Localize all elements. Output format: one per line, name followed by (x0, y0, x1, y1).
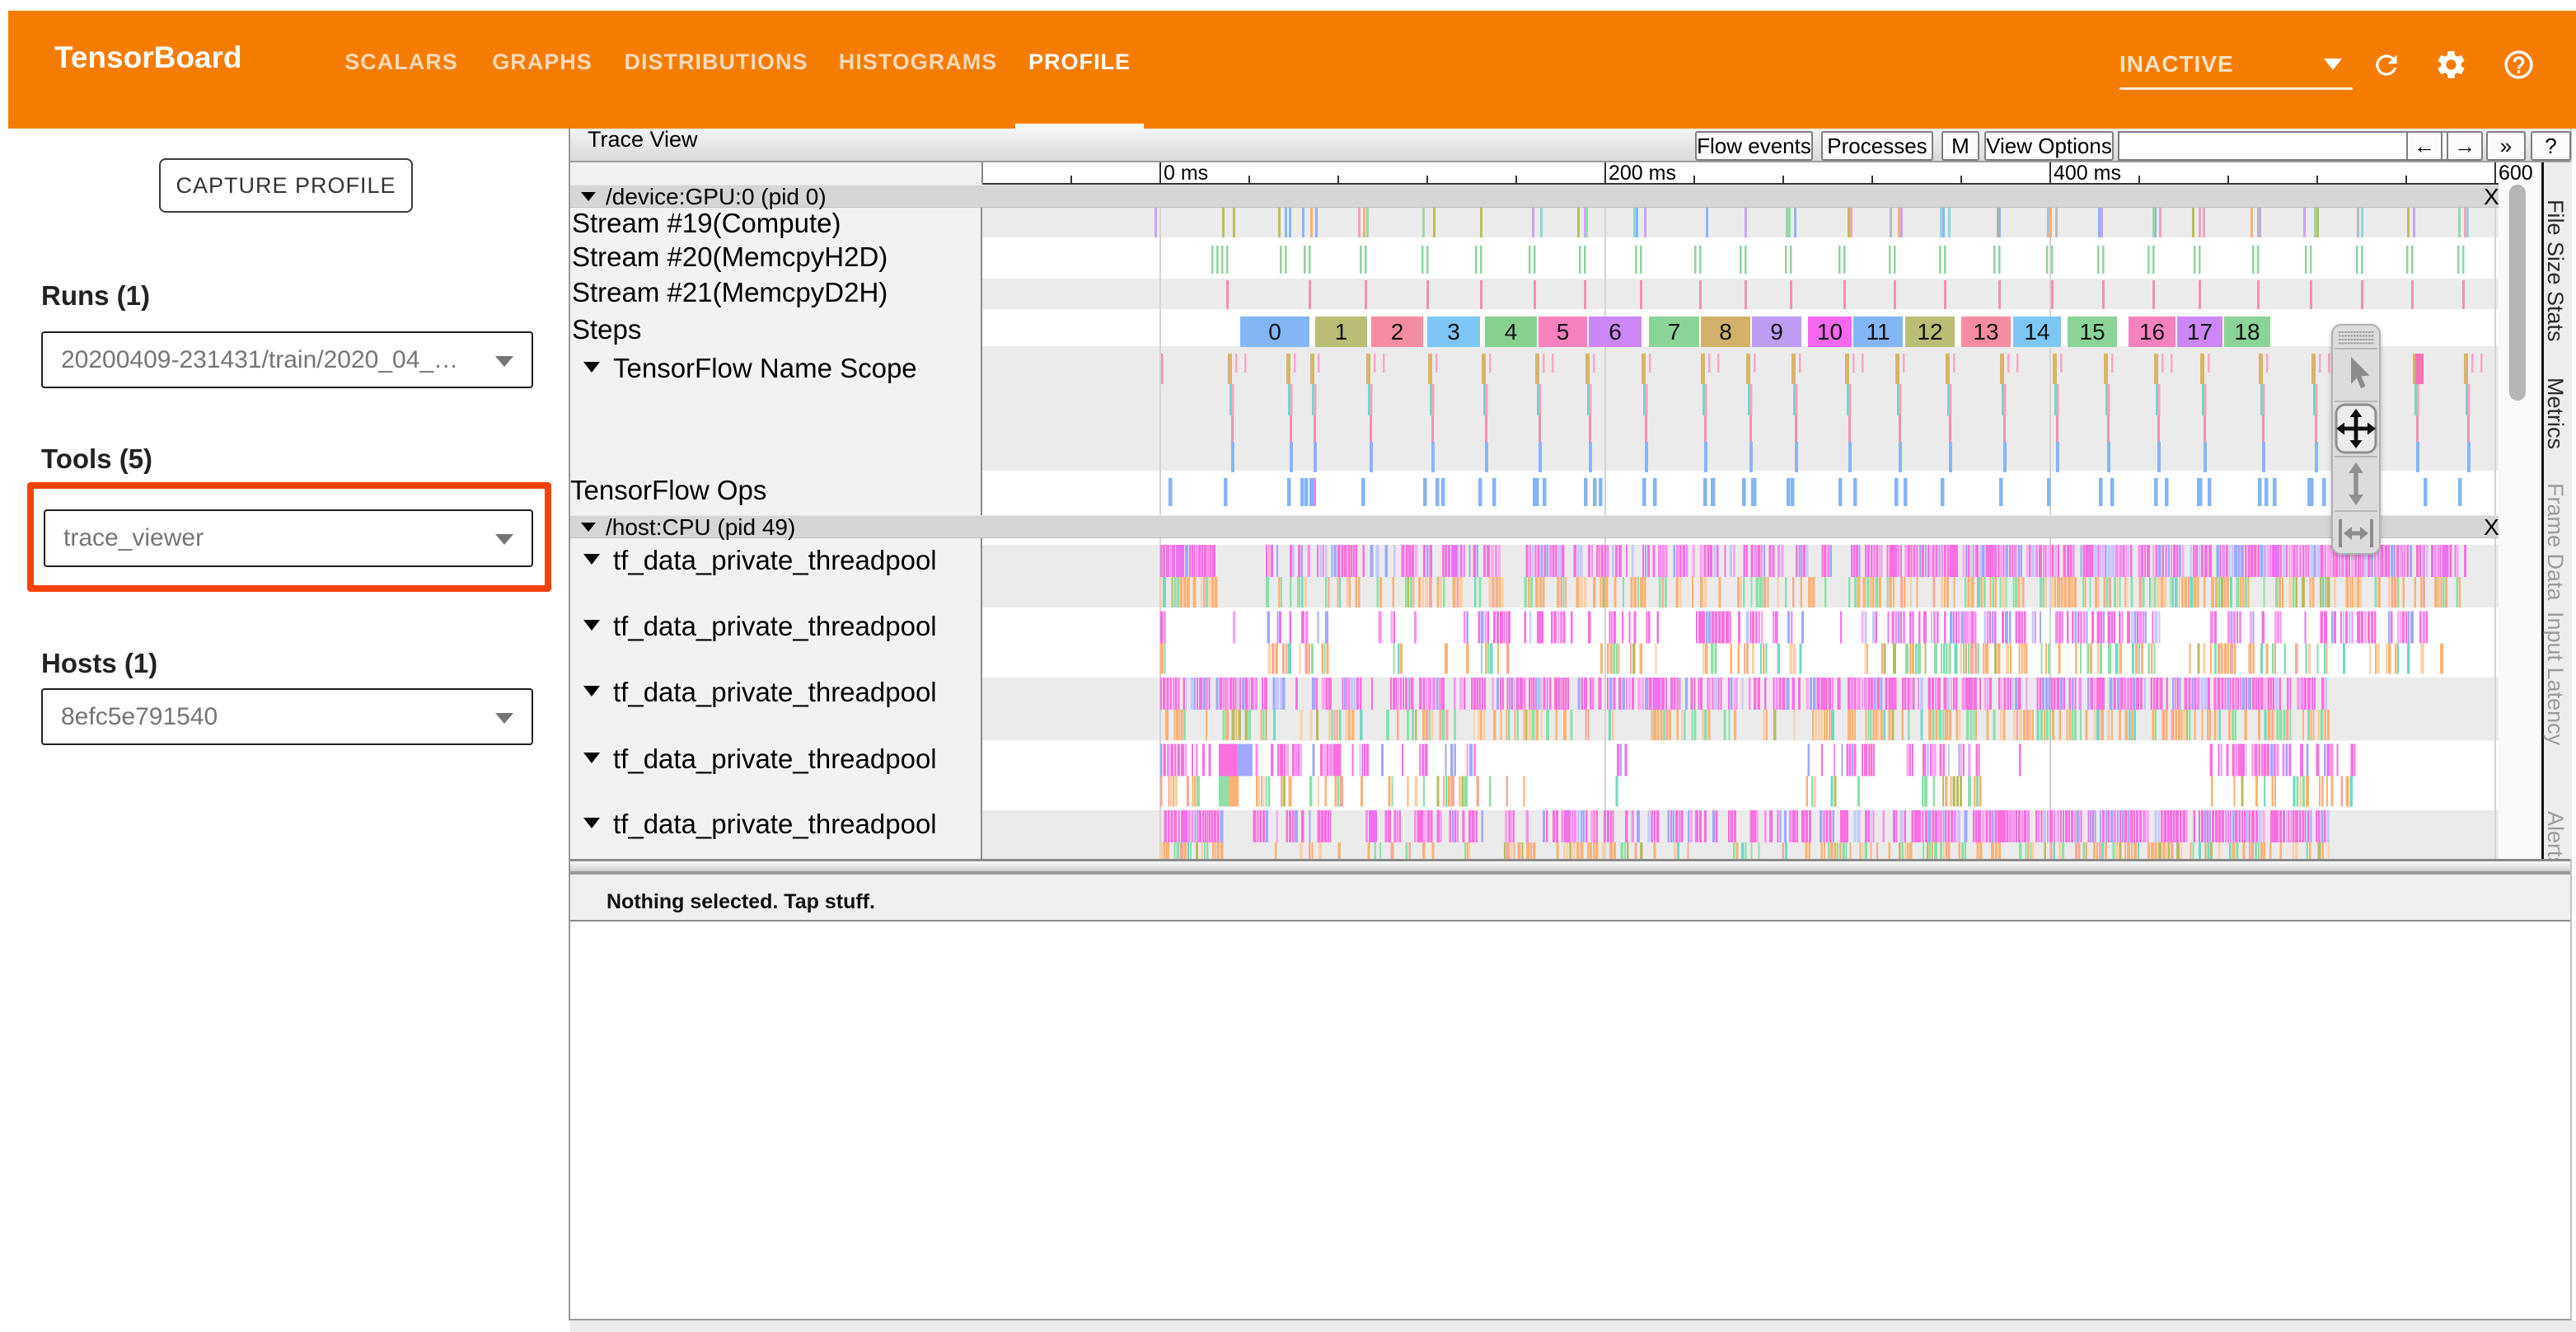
svg-text:15: 15 (2079, 319, 2105, 345)
svg-text:13: 13 (1973, 319, 1998, 345)
svg-text:1: 1 (1335, 319, 1348, 345)
svg-text:4: 4 (1505, 319, 1518, 345)
svg-text:10: 10 (1817, 319, 1843, 345)
svg-text:12: 12 (1917, 319, 1942, 345)
svg-text:18: 18 (2234, 319, 2260, 345)
svg-text:2: 2 (1391, 319, 1404, 345)
svg-text:16: 16 (2139, 319, 2165, 345)
svg-text:0 ms: 0 ms (1164, 162, 1208, 185)
svg-text:600: 600 (2499, 162, 2533, 185)
svg-text:17: 17 (2187, 319, 2213, 345)
svg-text:14: 14 (2024, 319, 2049, 345)
svg-text:6: 6 (1609, 319, 1622, 345)
svg-text:400 ms: 400 ms (2054, 162, 2121, 185)
svg-text:200 ms: 200 ms (1609, 162, 1676, 185)
svg-text:8: 8 (1719, 319, 1732, 345)
svg-text:3: 3 (1447, 319, 1460, 345)
svg-text:0: 0 (1268, 319, 1281, 345)
svg-text:7: 7 (1668, 319, 1681, 345)
svg-text:5: 5 (1557, 319, 1570, 345)
svg-text:11: 11 (1866, 319, 1890, 345)
svg-text:9: 9 (1770, 319, 1783, 345)
